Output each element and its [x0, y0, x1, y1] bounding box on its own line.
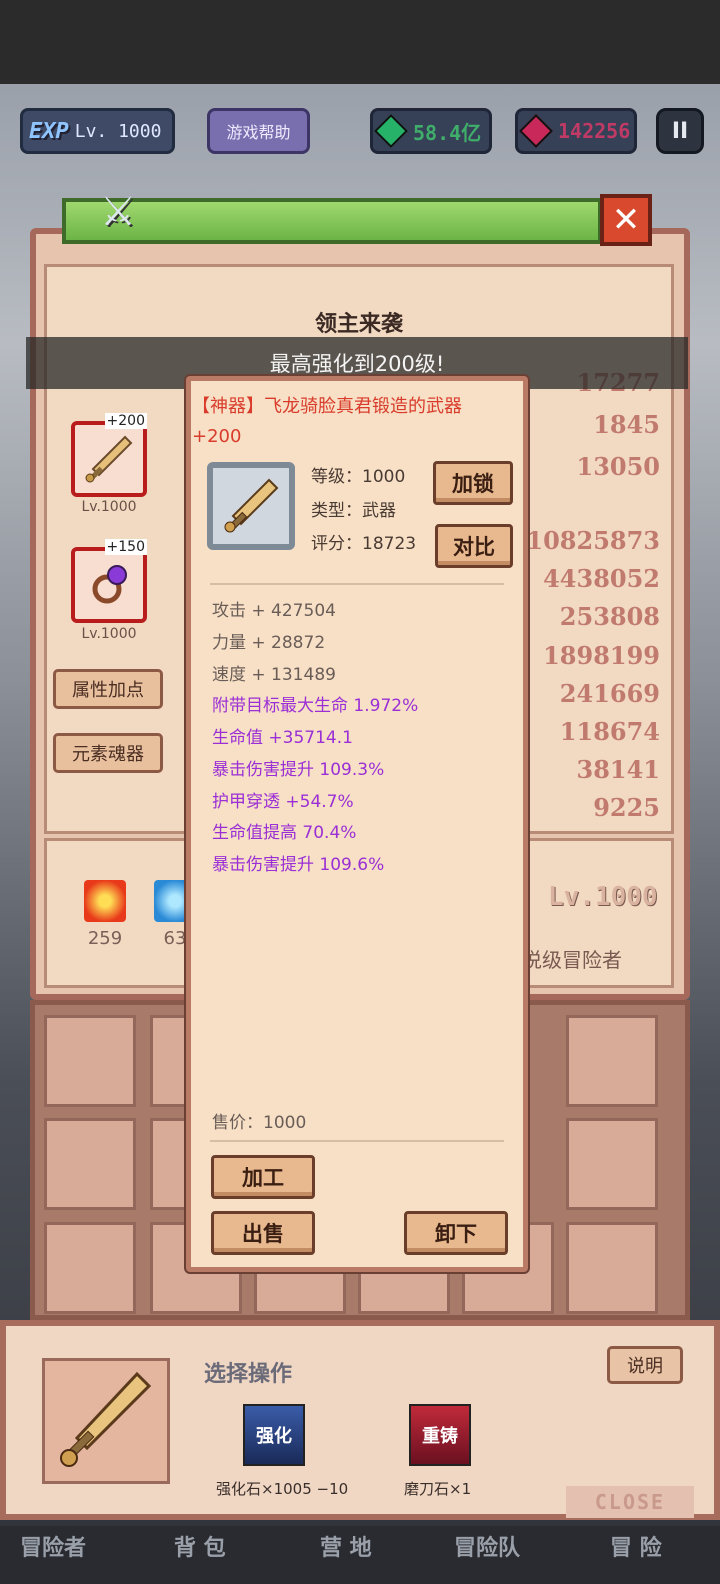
stat-value: 9225 [593, 793, 660, 822]
pause-button[interactable]: II [656, 108, 704, 154]
item-score: 评分：18723 [311, 534, 417, 554]
bonus-attr: 生命值提高 70.4% [212, 823, 357, 843]
item-name: 【神器】飞龙骑脸真君锻造的武器 +200 [192, 392, 522, 452]
sell-price: 售价：1000 [212, 1113, 307, 1133]
fire-element: 259 [80, 880, 130, 949]
ring-icon [92, 565, 127, 604]
sell-button[interactable]: 出售 [211, 1211, 315, 1255]
process-button[interactable]: 加工 [211, 1155, 315, 1199]
stat-value: 253808 [559, 602, 660, 631]
exp-logo: EXP [29, 118, 69, 144]
window-close-button[interactable]: ✕ [600, 194, 652, 246]
gold-value: 58.4亿 [413, 120, 482, 145]
bonus-attr: 附带目标最大生命 1.972% [212, 696, 419, 716]
divider [210, 583, 504, 585]
inventory-cell[interactable] [44, 1222, 136, 1314]
item-name-line: 【神器】飞龙骑脸真君锻造的武器 [192, 396, 462, 417]
weapon-plus-level: +200 [104, 413, 147, 429]
bonus-attr: 暴击伤害提升 109.6% [212, 855, 385, 875]
red-gem-icon [519, 114, 553, 148]
sword-icon [60, 1371, 152, 1467]
fire-icon [84, 880, 126, 922]
stat-value: 241669 [559, 679, 660, 708]
sword-icon [224, 478, 279, 533]
stat-value: 13050 [576, 452, 661, 481]
game-help-button[interactable]: 游戏帮助 [207, 108, 310, 154]
divider [210, 1140, 504, 1142]
reforge-op-button[interactable]: 重铸 [409, 1404, 471, 1466]
strength-attr: 力量 + 28872 [212, 633, 326, 653]
lock-button[interactable]: 加锁 [433, 461, 513, 505]
stat-value: 1898199 [543, 641, 660, 670]
weapon-level: Lv.1000 [81, 499, 137, 515]
inventory-cell[interactable] [566, 1222, 658, 1314]
bonus-attr: 护甲穿透 +54.7% [212, 792, 354, 812]
speed-attr: 速度 + 131489 [212, 665, 336, 685]
tab-backpack[interactable]: 背 包 [174, 1530, 226, 1562]
tab-adventure[interactable]: 冒 险 [610, 1530, 662, 1562]
close-panel-button[interactable]: CLOSE [566, 1486, 694, 1518]
player-level: Lv. 1000 [74, 120, 162, 142]
item-icon-frame [207, 462, 295, 550]
crossed-swords-icon: ⚔ [100, 189, 136, 235]
gold-counter: 58.4亿 [370, 108, 492, 154]
ring-slot[interactable]: +150 [71, 539, 147, 623]
weapon-slot[interactable]: +200 [71, 413, 147, 497]
stat-value: 10825873 [526, 526, 660, 555]
enhance-op-button[interactable]: 强化 [243, 1404, 305, 1466]
green-gem-icon [374, 114, 408, 148]
choose-operation-label: 选择操作 [204, 1362, 293, 1387]
tab-team[interactable]: 冒险队 [454, 1530, 520, 1562]
inventory-cell[interactable] [566, 1118, 658, 1210]
stat-value: 4438052 [543, 564, 660, 593]
enhance-stone-count: 强化石×1005 −10 [216, 1480, 349, 1498]
item-level: 等级：1000 [311, 467, 406, 487]
bonus-attr: 暴击伤害提升 109.3% [212, 760, 385, 780]
attribute-points-button[interactable]: 属性加点 [53, 669, 163, 709]
ring-level: Lv.1000 [81, 626, 137, 642]
stat-value: 1845 [593, 410, 660, 439]
fire-count: 259 [87, 928, 123, 949]
panel-title: 领主来袭 [314, 312, 403, 337]
ring-plus-level: +150 [104, 539, 147, 555]
whetstone-count: 磨刀石×1 [404, 1480, 472, 1498]
tab-camp[interactable]: 营 地 [320, 1530, 372, 1562]
gem-counter: 142256 [515, 108, 637, 154]
status-bar [0, 0, 720, 84]
unequip-button[interactable]: 卸下 [404, 1211, 508, 1255]
element-soul-button[interactable]: 元素魂器 [53, 733, 163, 773]
stat-value: 118674 [559, 717, 660, 746]
selected-item-display [42, 1358, 170, 1484]
item-enhance-level: +200 [192, 426, 242, 447]
stat-value: 38141 [576, 755, 661, 784]
exp-level-display: EXP Lv. 1000 [20, 108, 175, 154]
inventory-cell[interactable] [44, 1015, 136, 1107]
item-type: 类型：武器 [311, 501, 396, 521]
tab-adventurer[interactable]: 冒险者 [20, 1530, 86, 1562]
sword-icon [85, 435, 133, 483]
compare-button[interactable]: 对比 [435, 524, 513, 568]
attack-attr: 攻击 + 427504 [212, 601, 336, 621]
hero-level: Lv.1000 [548, 882, 658, 912]
bonus-attr: 生命值 +35714.1 [212, 728, 353, 748]
hero-title: 说级冒险者 [522, 948, 622, 972]
inventory-cell[interactable] [44, 1118, 136, 1210]
explain-button[interactable]: 说明 [607, 1346, 683, 1384]
gem-value: 142256 [558, 119, 631, 143]
inventory-cell[interactable] [566, 1015, 658, 1107]
